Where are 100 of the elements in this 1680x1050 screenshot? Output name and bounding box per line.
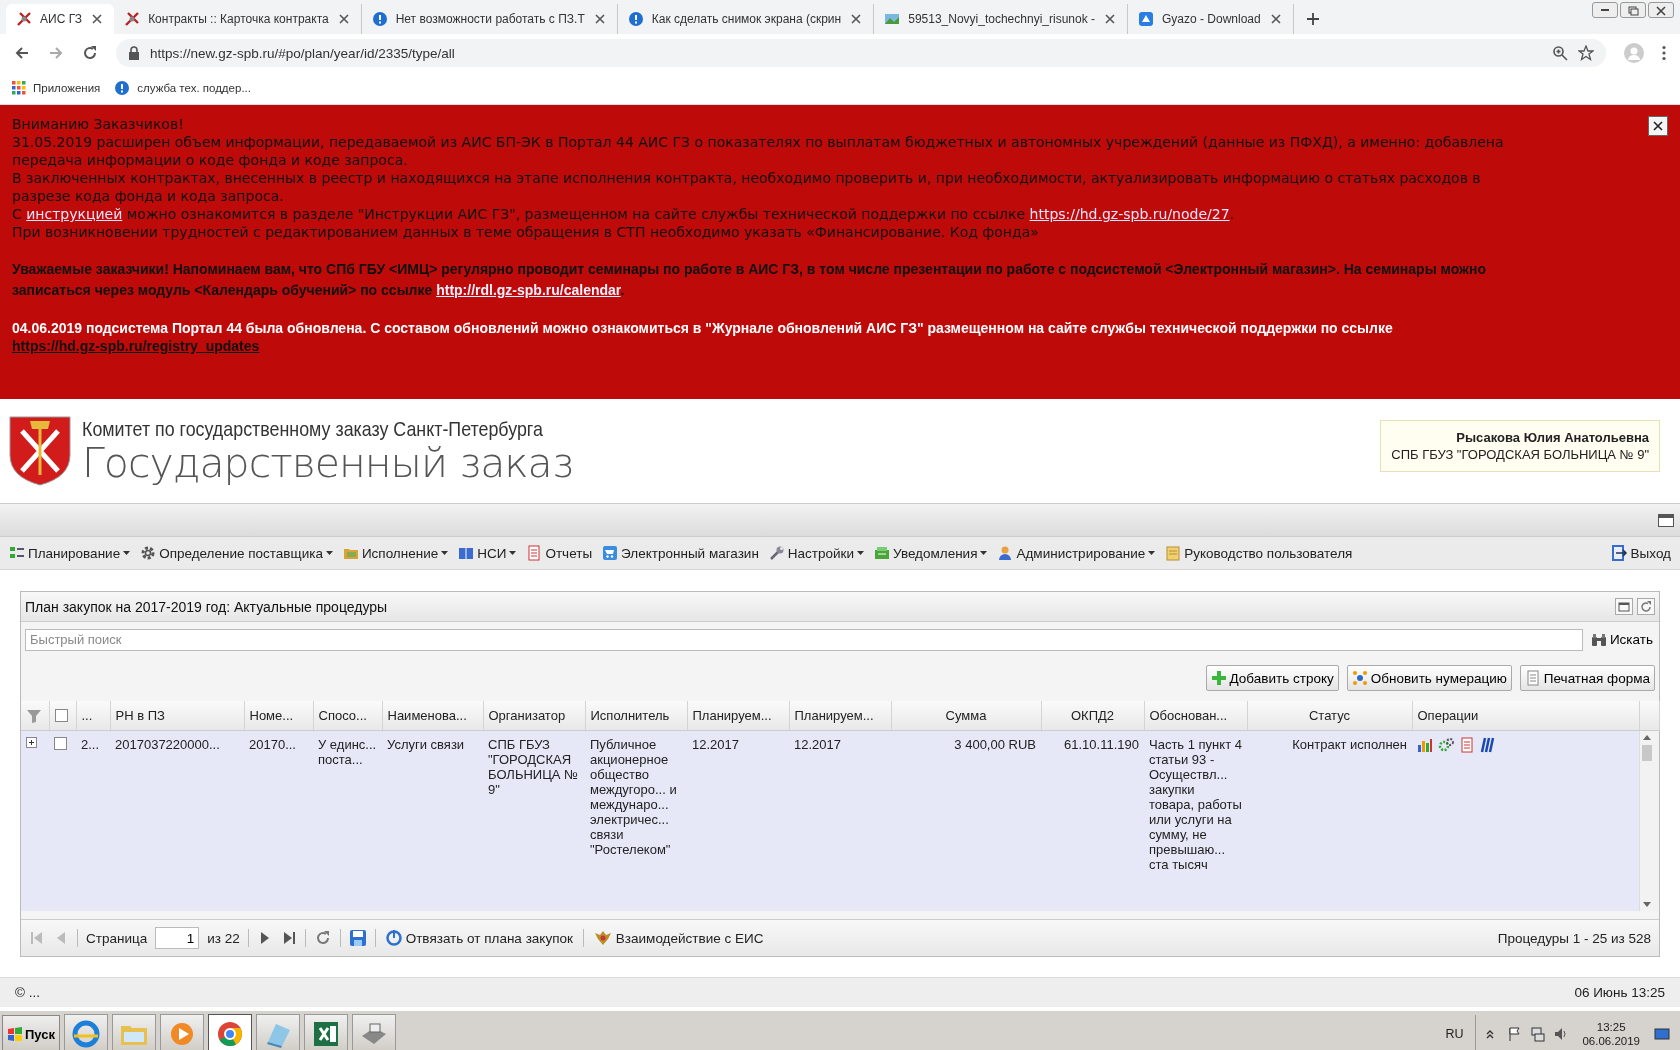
- browser-tab[interactable]: Gyazo - Download: [1128, 4, 1294, 34]
- close-icon[interactable]: [1268, 12, 1283, 26]
- close-icon[interactable]: [90, 12, 105, 26]
- exit-button[interactable]: Выход: [1604, 540, 1676, 566]
- browser-tab[interactable]: Контракты :: Карточка контракта: [114, 4, 362, 34]
- column-header[interactable]: Организатор: [483, 701, 585, 731]
- column-header[interactable]: Сумма: [891, 701, 1041, 731]
- collapse-button[interactable]: [1658, 513, 1674, 527]
- taskbar-app[interactable]: [304, 1014, 348, 1050]
- column-header[interactable]: Обоснован...: [1144, 701, 1247, 731]
- table-cell-text: 2017037220000...: [115, 737, 221, 752]
- menu-icon[interactable]: [1662, 45, 1666, 61]
- column-header[interactable]: ОКПД2: [1041, 701, 1144, 731]
- table-cell-text: Контракт исполнен: [1291, 737, 1407, 752]
- plus-icon: [1210, 670, 1227, 686]
- search-button[interactable]: Искать: [1588, 632, 1655, 647]
- close-icon[interactable]: [1103, 12, 1117, 26]
- menu-item[interactable]: Уведомления: [869, 540, 993, 566]
- collapse-button[interactable]: [1615, 598, 1633, 615]
- speaker-icon[interactable]: [1553, 1026, 1569, 1042]
- menu-item[interactable]: Определение поставщика: [135, 540, 338, 566]
- browser-tab[interactable]: Как сделать снимок экрана (скрин: [617, 4, 875, 34]
- notepad-icon: [1165, 545, 1182, 561]
- flag-icon[interactable]: [1507, 1026, 1523, 1042]
- language-indicator[interactable]: RU: [1445, 1027, 1472, 1041]
- start-button[interactable]: Пуск: [2, 1015, 60, 1050]
- menu-item[interactable]: Руководство пользователя: [1160, 540, 1358, 566]
- zoom-icon[interactable]: [1552, 45, 1568, 61]
- refresh-button[interactable]: [1637, 598, 1655, 615]
- site-title: Государственный заказ: [82, 441, 574, 485]
- column-header[interactable]: ...: [76, 701, 110, 731]
- reload-icon[interactable]: [82, 45, 98, 61]
- restore-button[interactable]: [1620, 2, 1646, 18]
- close-icon[interactable]: [592, 12, 607, 26]
- column-header[interactable]: Планируем...: [687, 701, 789, 731]
- menu-item[interactable]: Настройки: [763, 540, 870, 566]
- menu-item[interactable]: Исполнение: [337, 540, 454, 566]
- close-icon[interactable]: [336, 12, 351, 26]
- column-header[interactable]: Исполнитель: [585, 701, 687, 731]
- stripes-icon[interactable]: [1480, 737, 1496, 753]
- address-bar[interactable]: https://new.gz-spb.ru/#po/plan/year/id/2335/type/all: [116, 39, 1606, 67]
- refresh-icon: [1640, 600, 1652, 613]
- toolbar-button[interactable]: Печатная форма: [1519, 665, 1655, 691]
- toolbar-button[interactable]: Обновить нумерацию: [1346, 665, 1512, 691]
- column-header[interactable]: Планируем...: [789, 701, 891, 731]
- expand-icon[interactable]: [26, 737, 37, 748]
- browser-tab[interactable]: Нет возможности работать с ПЗ.Т: [361, 4, 618, 34]
- menu-item[interactable]: Планирование: [4, 540, 136, 566]
- bookmark[interactable]: Приложения: [12, 81, 101, 95]
- taskbar-app[interactable]: [64, 1014, 108, 1050]
- close-icon[interactable]: [849, 12, 864, 26]
- network-icon[interactable]: [1530, 1026, 1546, 1042]
- copyright-text: © ...: [15, 985, 40, 1000]
- link[interactable]: инструкцией: [26, 206, 123, 222]
- info-icon: [371, 11, 388, 27]
- checkbox[interactable]: [54, 737, 67, 750]
- menu-item[interactable]: НСИ: [453, 540, 522, 566]
- column-header[interactable]: Операции: [1412, 701, 1639, 731]
- column-header[interactable]: Статус: [1247, 701, 1412, 731]
- date-time: 06 Июнь 13:25: [1574, 985, 1665, 1000]
- bookmark[interactable]: служба тех. поддер...: [114, 80, 251, 96]
- close-button[interactable]: [1648, 116, 1668, 136]
- toolbar-button[interactable]: Добавить строку: [1205, 665, 1339, 691]
- taskbar-app[interactable]: [208, 1014, 252, 1050]
- notice-text: 31.05.2019 расширен объем информации, передаваемой из АИС БП-ЭК в Портал 44 АИС ГЗ о показателях по выплатам бюджетных и автономных учреждений (данные из ПФХД), а именно: добавлена передача информации о коде фонда и коде запроса.: [12, 133, 1505, 169]
- save-icon[interactable]: [348, 929, 367, 947]
- page-field[interactable]: 1: [155, 927, 200, 949]
- column-header[interactable]: Номе...: [244, 701, 313, 731]
- link[interactable]: https://hd.gz-spb.ru/node/27: [1029, 206, 1230, 222]
- search-field[interactable]: Быстрый поиск: [25, 628, 1583, 651]
- desktop-icon[interactable]: [1654, 1027, 1670, 1041]
- clock[interactable]: 13:25 06.06.2019: [1576, 1020, 1646, 1048]
- minimize-button[interactable]: [1592, 2, 1618, 18]
- link[interactable]: http://rdl.gz-spb.ru/calendar: [436, 282, 621, 298]
- star-icon[interactable]: [1578, 45, 1594, 61]
- book-icon: [458, 545, 475, 561]
- menu-item[interactable]: Администрирование: [992, 540, 1161, 566]
- eis-button[interactable]: Взаимодействие с ЕИС: [591, 927, 766, 949]
- taskbar-app[interactable]: [352, 1014, 396, 1050]
- unlink-button[interactable]: Отвязать от плана закупок: [383, 928, 575, 948]
- browser-tab[interactable]: АИС ГЗ: [6, 4, 115, 34]
- checkbox[interactable]: [54, 709, 68, 722]
- filter-icon[interactable]: [26, 707, 42, 724]
- table-cell-text: 12.2017: [794, 737, 842, 752]
- document-icon[interactable]: [1459, 737, 1475, 753]
- back-icon[interactable]: [14, 45, 30, 61]
- new-tab-icon[interactable]: [1305, 12, 1320, 26]
- bar-chart-icon[interactable]: [1417, 737, 1433, 753]
- cart-icon: [602, 545, 619, 561]
- column-header[interactable]: РН в ПЗ: [110, 701, 244, 731]
- browser-tab[interactable]: 59513_Novyi_tochechnyi_risunok -: [874, 4, 1128, 34]
- record-summary: Процедуры 1 - 25 из 528: [1497, 930, 1651, 946]
- browser-icon: [70, 1018, 102, 1050]
- column-header[interactable]: Спосо...: [313, 701, 382, 731]
- unlink-icon: [385, 930, 402, 946]
- close-button[interactable]: [1648, 2, 1674, 18]
- menu-item[interactable]: Отчеты: [521, 540, 598, 566]
- user-organization: СПБ ГБУЗ "ГОРОДСКАЯ БОЛЬНИЦА № 9": [1391, 446, 1649, 463]
- menu-item[interactable]: Электронный магазин: [597, 540, 764, 566]
- column-header[interactable]: Наименова...: [382, 701, 483, 731]
